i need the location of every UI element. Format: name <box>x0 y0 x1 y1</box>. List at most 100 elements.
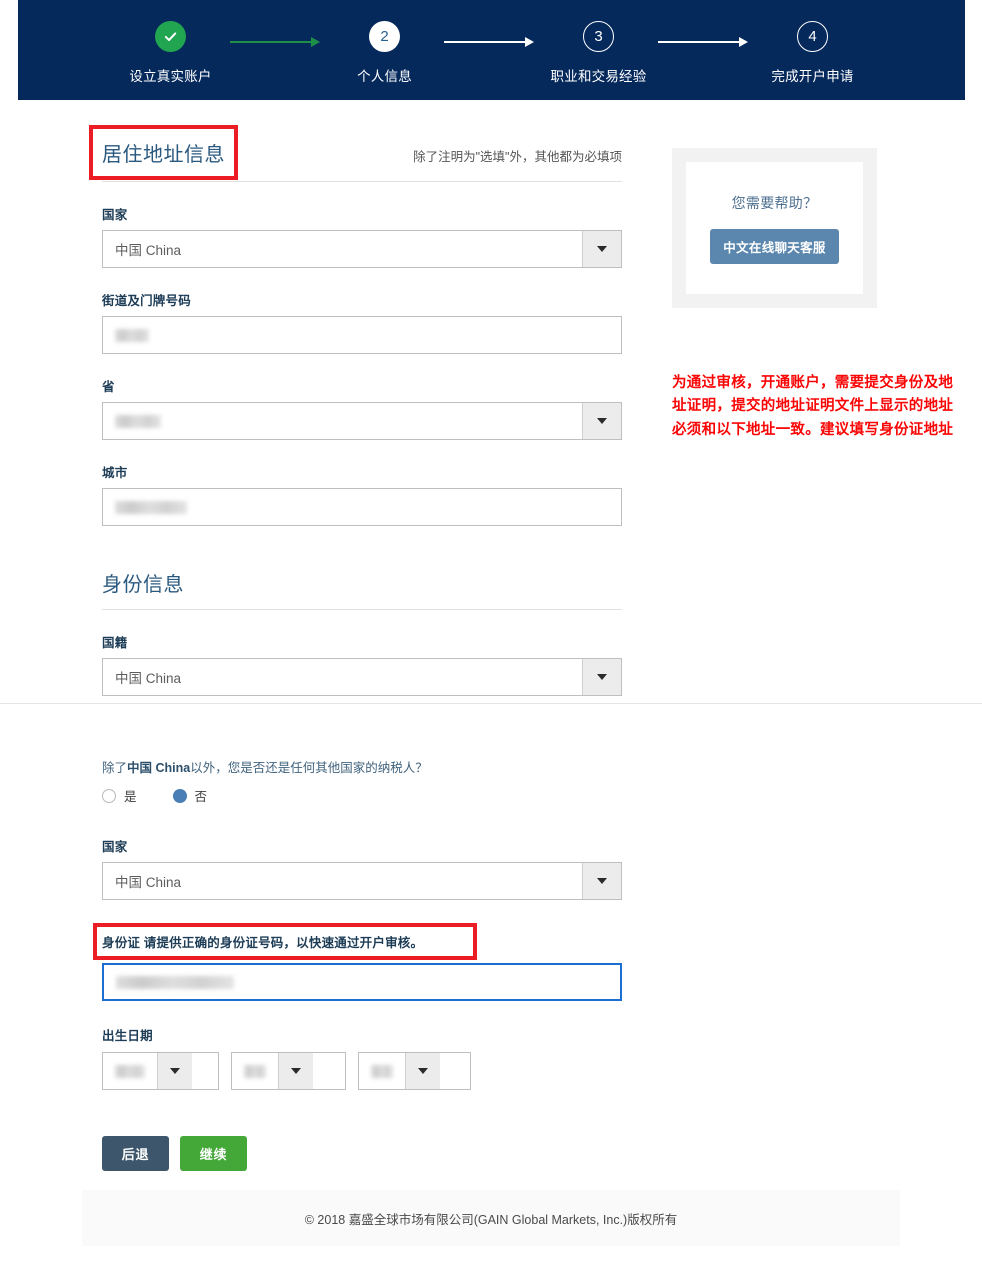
field-id-number: 身份证 请提供正确的身份证号码，以快速通过开户审核。 <box>93 923 622 1001</box>
city-value-redacted <box>115 500 187 514</box>
country-select[interactable]: 中国 China <box>102 230 622 268</box>
connector-1-2 <box>229 36 326 48</box>
step-1-account-setup[interactable]: 设立真实账户 <box>112 21 230 85</box>
country-label: 国家 <box>102 208 128 222</box>
province-select-arrow[interactable] <box>582 403 621 439</box>
registration-form: 居住地址信息 除了注明为"选填"外，其他都为必填项 国家 中国 China 街道… <box>89 125 622 1171</box>
province-select-value <box>103 403 582 439</box>
street-input[interactable] <box>102 316 622 354</box>
birth-month-arrow[interactable] <box>278 1053 313 1089</box>
identity-section-title: 身份信息 <box>102 574 184 596</box>
field-tax-country: 国家 中国 China <box>102 836 622 900</box>
birth-day-select[interactable] <box>358 1052 471 1090</box>
street-value-redacted <box>115 328 149 342</box>
radio-yes-dot[interactable] <box>102 788 116 803</box>
continue-button[interactable]: 继续 <box>180 1136 247 1171</box>
birth-day-redacted <box>371 1064 393 1078</box>
tax-question-prefix: 除了 <box>102 761 128 775</box>
tax-residency-radios: 是 否 <box>102 786 622 805</box>
tax-residency-group: 除了中国 China以外，您是否还是任何其他国家的纳税人？ 是 否 <box>102 757 622 805</box>
step-3-experience[interactable]: 3 职业和交易经验 <box>540 21 658 85</box>
chevron-down-icon <box>291 1068 301 1074</box>
tax-country-select-value: 中国 China <box>115 875 182 890</box>
help-panel: 您需要帮助？ 中文在线聊天客服 <box>672 148 877 308</box>
tax-residency-question: 除了中国 China以外，您是否还是任何其他国家的纳税人？ <box>102 757 622 776</box>
id-number-value-redacted <box>116 975 234 989</box>
field-nationality: 国籍 中国 China <box>102 632 622 696</box>
birth-day-arrow[interactable] <box>405 1053 440 1089</box>
address-proof-annotation: 为通过审核，开通账户，需要提交身份及地址证明，提交的地址证明文件上显示的地址必须… <box>672 375 954 438</box>
chevron-down-icon <box>597 674 607 680</box>
id-number-input[interactable] <box>102 963 622 1001</box>
province-label: 省 <box>102 380 115 394</box>
field-city: 城市 <box>102 462 622 526</box>
street-label: 街道及门牌号码 <box>102 294 191 308</box>
step-2-personal-info[interactable]: 2 个人信息 <box>326 21 444 85</box>
check-icon <box>164 32 177 42</box>
page-footer: © 2018 嘉盛全球市场有限公司(GAIN Global Markets, I… <box>82 1190 900 1246</box>
birth-day-value <box>359 1053 405 1089</box>
required-fields-note: 除了注明为"选填"外，其他都为必填项 <box>413 150 622 164</box>
chevron-down-icon <box>597 418 607 424</box>
chevron-down-icon <box>418 1068 428 1074</box>
address-section-title: 居住地址信息 <box>89 125 238 180</box>
field-street: 街道及门牌号码 <box>102 290 622 354</box>
birth-month-value <box>232 1053 278 1089</box>
birth-year-value <box>103 1053 157 1089</box>
step-3-circle: 3 <box>583 21 614 52</box>
live-chat-button[interactable]: 中文在线聊天客服 <box>710 228 839 264</box>
tax-question-country: 中国 China <box>127 761 191 775</box>
province-select[interactable] <box>102 402 622 440</box>
step-4-circle: 4 <box>797 21 828 52</box>
chevron-down-icon <box>170 1068 180 1074</box>
radio-no-dot[interactable] <box>172 788 187 803</box>
help-title: 您需要帮助？ <box>731 194 818 211</box>
tax-question-suffix: 以外，您是否还是任何其他国家的纳税人？ <box>190 761 428 775</box>
birthdate-label: 出生日期 <box>102 1029 153 1043</box>
birth-month-select[interactable] <box>231 1052 346 1090</box>
step-2-label: 个人信息 <box>357 69 412 84</box>
step-2-circle: 2 <box>369 21 400 52</box>
city-input[interactable] <box>102 488 622 526</box>
nationality-select[interactable]: 中国 China <box>102 658 622 696</box>
field-province: 省 <box>102 376 622 440</box>
form-actions: 后退 继续 <box>102 1136 622 1171</box>
field-birthdate: 出生日期 <box>102 1025 622 1090</box>
birth-month-redacted <box>244 1064 266 1078</box>
radio-no-label: 否 <box>194 790 208 804</box>
nationality-select-arrow[interactable] <box>582 659 621 695</box>
country-select-arrow[interactable] <box>582 231 621 267</box>
chevron-down-icon <box>597 878 607 884</box>
step-4-label: 完成开户申请 <box>771 69 854 84</box>
radio-option-yes[interactable]: 是 <box>102 786 137 805</box>
birth-year-select[interactable] <box>102 1052 219 1090</box>
country-select-value: 中国 China <box>115 243 182 258</box>
step-4-complete[interactable]: 4 完成开户申请 <box>754 21 872 85</box>
help-sidebar: 您需要帮助？ 中文在线聊天客服 为通过审核，开通账户，需要提交身份及地址证明，提… <box>672 148 953 442</box>
radio-yes-label: 是 <box>124 790 137 804</box>
chevron-down-icon <box>597 246 607 252</box>
tax-country-select[interactable]: 中国 China <box>102 862 622 900</box>
progress-stepper: 设立真实账户 2 个人信息 3 职业和交易经验 4 完成开户申请 <box>18 0 965 100</box>
radio-option-no[interactable]: 否 <box>172 786 208 805</box>
identity-section-header: 身份信息 <box>102 568 622 610</box>
tax-country-select-arrow[interactable] <box>582 863 621 899</box>
step-1-label: 设立真实账户 <box>129 69 212 84</box>
birth-year-redacted <box>115 1064 145 1078</box>
birthdate-selects <box>102 1052 622 1090</box>
step-1-circle <box>155 21 186 52</box>
address-section-header: 居住地址信息 除了注明为"选填"外，其他都为必填项 <box>89 125 622 182</box>
tax-country-label: 国家 <box>102 840 128 854</box>
city-label: 城市 <box>102 466 128 480</box>
step-3-label: 职业和交易经验 <box>550 69 647 84</box>
province-value-redacted <box>115 414 161 428</box>
connector-3-4 <box>657 36 754 48</box>
field-country: 国家 中国 China <box>102 204 622 268</box>
copyright-text: © 2018 嘉盛全球市场有限公司(GAIN Global Markets, I… <box>304 1212 678 1227</box>
nationality-select-value: 中国 China <box>115 671 182 686</box>
birth-year-arrow[interactable] <box>157 1053 192 1089</box>
back-button[interactable]: 后退 <box>102 1136 169 1171</box>
id-number-label: 身份证 请提供正确的身份证号码，以快速通过开户审核。 <box>93 923 477 960</box>
nationality-label: 国籍 <box>102 636 128 650</box>
connector-2-3 <box>443 36 540 48</box>
